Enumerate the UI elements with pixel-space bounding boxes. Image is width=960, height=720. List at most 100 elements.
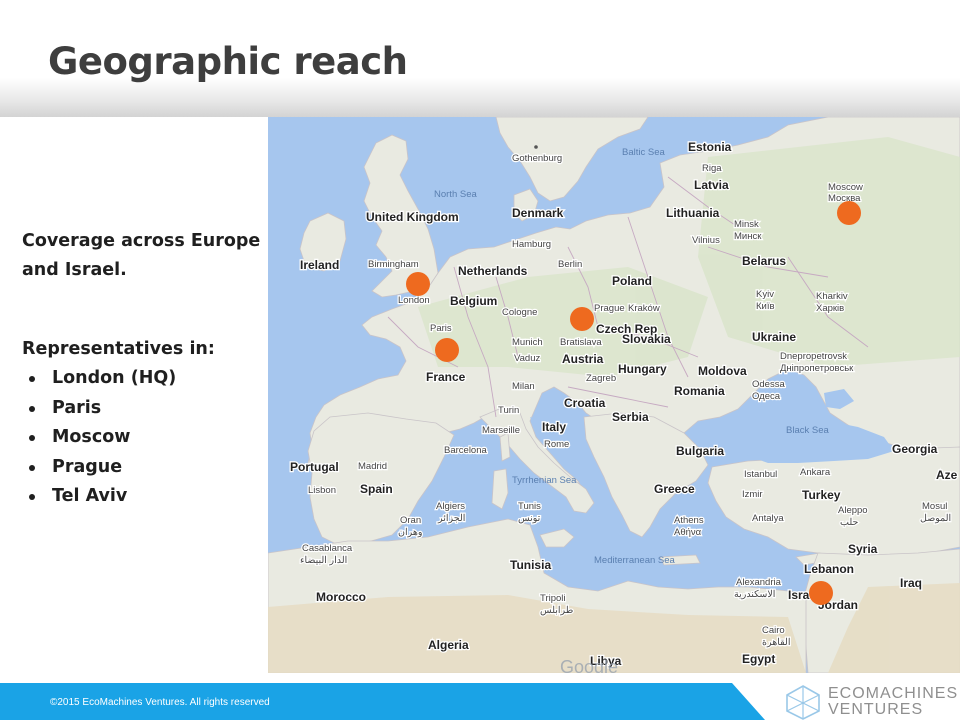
- country-label: Denmark: [512, 206, 564, 220]
- city-label: Munich: [512, 337, 543, 348]
- coverage-line-1: Coverage across Europe: [22, 231, 261, 251]
- city-label: Berlin: [558, 259, 582, 270]
- city-label: Tripoli: [540, 593, 566, 604]
- vegetation-russia: [698, 137, 960, 367]
- list-item: Moscow: [22, 423, 262, 453]
- city-label: Vilnius: [692, 235, 720, 246]
- city-label: London: [398, 295, 430, 306]
- country-label: Syria: [848, 542, 878, 556]
- city-label: Kraków: [628, 303, 660, 314]
- city-label: Madrid: [358, 461, 387, 472]
- city-label: تونس: [518, 513, 541, 524]
- city-label: Одеса: [752, 391, 781, 402]
- city-label: Tunis: [518, 501, 541, 512]
- city-label: Moscow: [828, 182, 863, 193]
- city-label: Riga: [702, 163, 722, 174]
- city-label: Mosul: [922, 501, 947, 512]
- city-label: Харків: [816, 303, 844, 314]
- left-panel: Coverage across Europe and Israel. Repre…: [22, 227, 262, 512]
- country-label: Lebanon: [804, 562, 854, 576]
- country-label: Morocco: [316, 590, 366, 604]
- city-label: Oran: [400, 515, 421, 526]
- country-label: Slovakia: [622, 332, 671, 346]
- country-label: Austria: [562, 352, 604, 366]
- city-label: Minsk: [734, 219, 759, 230]
- marker-moscow[interactable]: [837, 201, 861, 225]
- page-title: Geographic reach: [48, 40, 408, 83]
- city-label: Hamburg: [512, 239, 551, 250]
- country-label: Estonia: [688, 140, 732, 154]
- country-label: Lithuania: [666, 206, 720, 220]
- country-label: Portugal: [290, 460, 339, 474]
- coverage-text: Coverage across Europe and Israel.: [22, 227, 262, 285]
- city-label: Birmingham: [368, 259, 419, 270]
- city-label: Barcelona: [444, 445, 487, 456]
- sea-label-tyrrhenian-sea: Tyrrhenian Sea: [512, 475, 577, 486]
- city-label: وهران: [398, 527, 423, 538]
- country-label: Ukraine: [752, 330, 796, 344]
- logo-hexagon-icon: [786, 685, 820, 720]
- city-label: Минск: [734, 231, 762, 242]
- city-label: Rome: [544, 439, 569, 450]
- city-label: Paris: [430, 323, 452, 334]
- marker-tel-aviv[interactable]: [809, 581, 833, 605]
- city-label: Aleppo: [838, 505, 868, 516]
- sea-label-north-sea: North Sea: [434, 189, 477, 200]
- city-label: Odessa: [752, 379, 785, 390]
- city-label: Gothenburg: [512, 153, 562, 164]
- country-label: Turkey: [802, 488, 841, 502]
- country-label: Belgium: [450, 294, 497, 308]
- city-label: Milan: [512, 381, 535, 392]
- country-label: Aze: [936, 468, 958, 482]
- country-label: Serbia: [612, 410, 649, 424]
- city-label: الموصل: [920, 513, 951, 524]
- marker-london[interactable]: [406, 272, 430, 296]
- marker-prague[interactable]: [570, 307, 594, 331]
- country-label: Hungary: [618, 362, 667, 376]
- city-label: Cologne: [502, 307, 537, 318]
- city-label: Athens: [674, 515, 704, 526]
- country-label: Spain: [360, 482, 393, 496]
- representatives-list: London (HQ) Paris Moscow Prague Tel Aviv: [22, 364, 262, 512]
- list-item: Tel Aviv: [22, 482, 262, 512]
- city-label: Izmir: [742, 489, 763, 500]
- country-label: Latvia: [694, 178, 729, 192]
- country-label: Ireland: [300, 258, 339, 272]
- europe-map[interactable]: North Sea Baltic Sea Black Sea Tyrrhenia…: [268, 117, 960, 673]
- city-label: Vaduz: [514, 353, 540, 364]
- country-label: Romania: [674, 384, 725, 398]
- country-label: Netherlands: [458, 264, 528, 278]
- country-label: Moldova: [698, 364, 747, 378]
- city-label: Kyiv: [756, 289, 774, 300]
- land-corsica: [499, 432, 511, 462]
- map-canvas: North Sea Baltic Sea Black Sea Tyrrhenia…: [268, 117, 960, 673]
- country-label: France: [426, 370, 466, 384]
- city-label: Zagreb: [586, 373, 616, 384]
- city-label: Дніпропетровськ: [780, 363, 854, 374]
- city-label: Prague: [594, 303, 625, 314]
- city-label: حلب: [840, 517, 858, 528]
- city-label: طرابلس: [540, 605, 574, 616]
- sea-label-black-sea: Black Sea: [786, 425, 829, 436]
- city-label: Alexandria: [736, 577, 782, 588]
- country-label: Belarus: [742, 254, 786, 268]
- city-label: Bratislava: [560, 337, 602, 348]
- city-dot: [534, 145, 538, 149]
- marker-paris[interactable]: [435, 338, 459, 362]
- city-label: Dnepropetrovsk: [780, 351, 847, 362]
- city-label: Київ: [756, 301, 775, 312]
- map-watermark: Google: [560, 657, 618, 673]
- city-label: Istanbul: [744, 469, 777, 480]
- country-label: Egypt: [742, 652, 775, 666]
- country-label: Croatia: [564, 396, 606, 410]
- country-label: United Kingdom: [366, 210, 459, 224]
- ecomachines-logo: ECOMACHINES VENTURES: [775, 683, 960, 720]
- country-label: Iraq: [900, 576, 922, 590]
- coverage-line-2: and Israel.: [22, 260, 127, 280]
- copyright-text: ©2015 EcoMachines Ventures. All rights r…: [50, 697, 270, 708]
- city-label: الاسكندرية: [734, 589, 775, 600]
- city-label: Lisbon: [308, 485, 336, 496]
- country-label: Italy: [542, 420, 566, 434]
- logo-text-line-2: VENTURES: [828, 701, 924, 718]
- representatives-heading: Representatives in:: [22, 339, 215, 359]
